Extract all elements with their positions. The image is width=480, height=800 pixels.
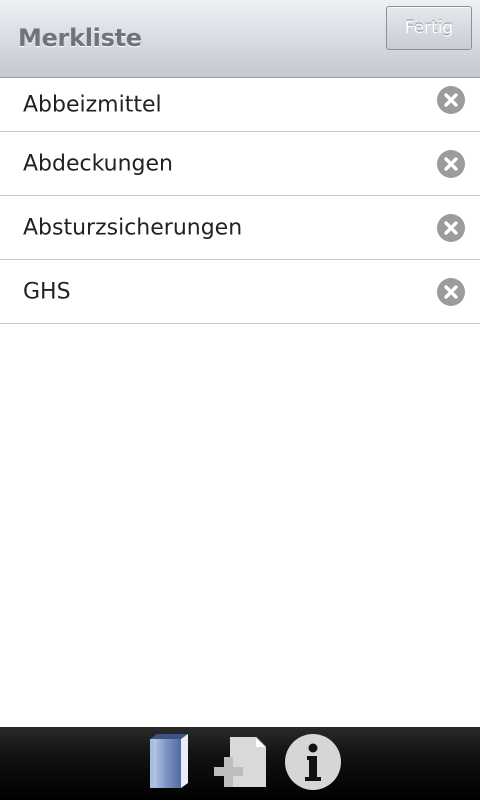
list-item-label: Abbeizmittel [23, 92, 162, 117]
bookmark-list: Abbeizmittel Abdeckungen Absturzsicherun… [0, 78, 480, 324]
list-item[interactable]: Abdeckungen [0, 132, 480, 196]
done-button[interactable]: Fertig [386, 6, 472, 50]
bottom-toolbar [0, 727, 480, 800]
remove-circle-icon[interactable] [437, 149, 465, 178]
list-item-label: Absturzsicherungen [23, 215, 243, 240]
header-bar: Merkliste Fertig [0, 0, 480, 78]
list-item-label: GHS [23, 279, 71, 304]
remove-circle-icon[interactable] [437, 86, 465, 114]
book-icon[interactable] [140, 731, 202, 793]
add-document-icon[interactable] [210, 731, 272, 793]
remove-circle-icon[interactable] [437, 277, 465, 306]
page-title: Merkliste [18, 24, 142, 52]
list-item-label: Abdeckungen [23, 151, 174, 176]
remove-circle-icon[interactable] [437, 213, 465, 242]
app-screen: Merkliste Fertig Abbeizmittel Abdeckunge… [0, 0, 480, 800]
list-item[interactable]: Absturzsicherungen [0, 196, 480, 260]
list-item[interactable]: Abbeizmittel [0, 78, 480, 132]
info-icon[interactable] [282, 731, 344, 793]
list-item[interactable]: GHS [0, 260, 480, 324]
